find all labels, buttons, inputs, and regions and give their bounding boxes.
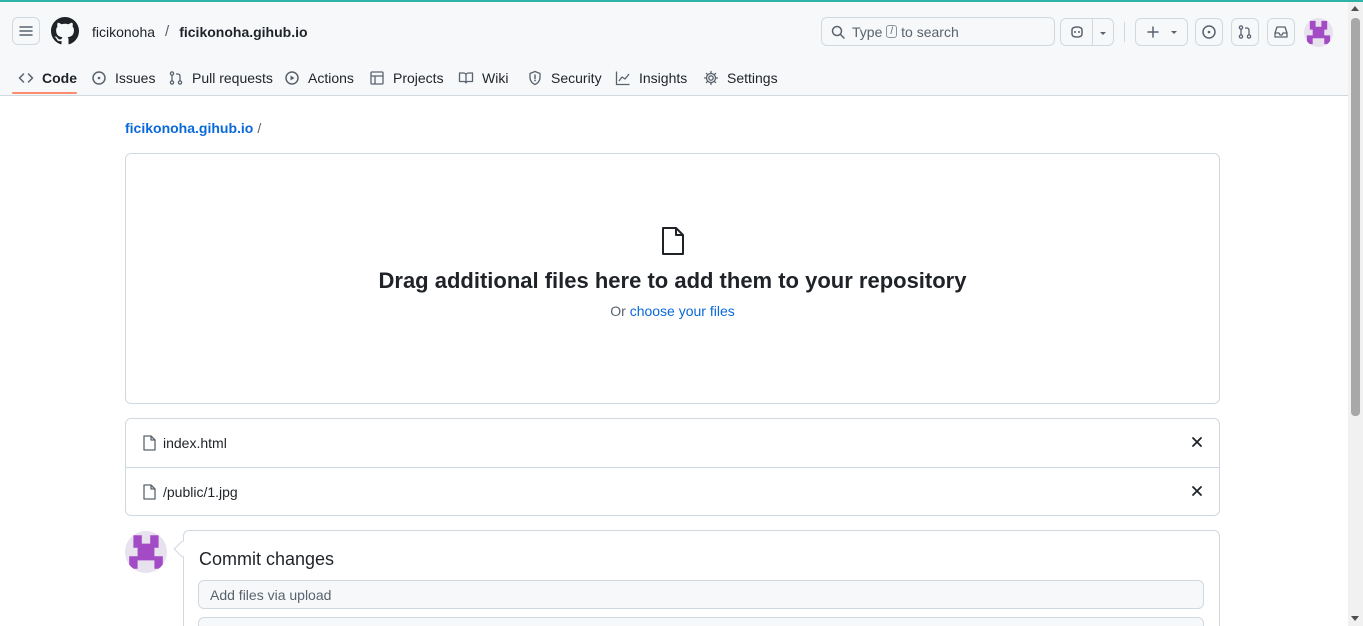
split-divider <box>1092 19 1093 45</box>
tab-label: Actions <box>308 69 354 86</box>
repo-header: ficikonoha / ficikonoha.gihub.io Type / … <box>0 2 1348 96</box>
tab-label: Code <box>42 69 77 86</box>
breadcrumb: ficikonoha / ficikonoha.gihub.io <box>92 23 308 40</box>
gear-icon <box>703 70 719 85</box>
inbox-icon <box>1274 26 1288 38</box>
file-icon <box>143 435 156 451</box>
path-repo-link[interactable]: ficikonoha.gihub.io <box>125 120 253 136</box>
tab-label: Pull requests <box>192 69 273 86</box>
file-icon <box>143 484 156 500</box>
issues-button[interactable] <box>1195 18 1223 46</box>
inbox-button[interactable] <box>1267 18 1295 46</box>
issue-icon <box>92 70 106 85</box>
create-new-button[interactable] <box>1135 18 1188 46</box>
issues-icon <box>1202 25 1216 39</box>
plus-icon <box>1146 26 1159 38</box>
tab-pull-requests[interactable]: Pull requests <box>168 58 273 97</box>
identicon-avatar <box>1306 20 1331 45</box>
upload-file-list: index.html /public/1.jpg <box>125 418 1220 516</box>
play-icon <box>285 70 299 85</box>
tab-label: Insights <box>639 69 688 86</box>
scroll-down-arrow[interactable] <box>1351 616 1359 621</box>
repo-tabs: Code Issues Pull requests Actions Projec… <box>0 58 900 98</box>
close-icon[interactable] <box>1191 485 1203 497</box>
file-name: /public/1.jpg <box>163 483 238 500</box>
code-icon <box>18 72 34 83</box>
tab-label: Issues <box>115 69 156 86</box>
commit-summary-input[interactable] <box>198 580 1204 609</box>
active-tab-indicator <box>12 92 77 94</box>
menu-button[interactable] <box>12 17 40 45</box>
shield-icon <box>529 70 541 85</box>
hamburger-icon <box>19 26 33 36</box>
search-icon <box>831 25 845 39</box>
tab-issues[interactable]: Issues <box>91 58 155 97</box>
tab-label: Projects <box>393 69 444 86</box>
copilot-button[interactable] <box>1060 18 1114 46</box>
page-scrollbar[interactable] <box>1348 2 1363 626</box>
chevron-down-icon[interactable] <box>1098 28 1108 38</box>
dropzone-title: Drag additional files here to add them t… <box>378 268 967 293</box>
identicon-avatar <box>129 535 163 569</box>
file-icon <box>662 227 684 255</box>
github-logo-icon[interactable] <box>51 17 79 45</box>
pull-request-icon <box>169 70 183 85</box>
tab-security[interactable]: Security <box>527 58 602 97</box>
chevron-down-icon <box>1170 31 1177 34</box>
tab-settings[interactable]: Settings <box>703 58 778 97</box>
graph-icon <box>615 71 630 85</box>
dropzone-subtitle: Or choose your files <box>126 303 1219 319</box>
upload-path: ficikonoha.gihub.io / <box>125 120 261 136</box>
repo-link[interactable]: ficikonoha.gihub.io <box>179 24 307 40</box>
book-icon <box>458 71 474 84</box>
avatar <box>125 531 167 573</box>
scroll-thumb[interactable] <box>1351 18 1360 416</box>
search-suffix: to search <box>901 23 959 40</box>
tab-actions[interactable]: Actions <box>284 58 354 97</box>
list-item: /public/1.jpg <box>126 467 1219 515</box>
scroll-up-arrow[interactable] <box>1351 6 1359 11</box>
commit-title: Commit changes <box>199 549 335 569</box>
list-item: index.html <box>126 419 1219 467</box>
commit-changes-panel: Commit changes <box>183 530 1220 626</box>
search-prefix: Type <box>852 23 883 40</box>
tab-projects[interactable]: Projects <box>369 58 444 97</box>
tab-label: Wiki <box>482 69 509 86</box>
path-slash: / <box>257 120 262 136</box>
user-avatar[interactable] <box>1304 18 1333 47</box>
tab-insights[interactable]: Insights <box>615 58 687 97</box>
dropzone-sub-prefix: Or <box>610 303 626 319</box>
breadcrumb-separator: / <box>165 23 170 40</box>
file-dropzone[interactable]: Drag additional files here to add them t… <box>125 153 1220 404</box>
choose-files-link[interactable]: choose your files <box>630 303 735 319</box>
pull-requests-button[interactable] <box>1231 18 1259 46</box>
pull-requests-icon <box>1238 25 1252 39</box>
header-divider <box>1124 22 1125 42</box>
tab-label: Security <box>551 69 602 86</box>
file-name: index.html <box>163 435 227 451</box>
search-shortcut-key: / <box>886 25 898 38</box>
tab-wiki[interactable]: Wiki <box>458 58 508 97</box>
commit-description-input[interactable] <box>198 617 1204 626</box>
owner-link[interactable]: ficikonoha <box>92 24 155 40</box>
copilot-icon <box>1071 26 1083 38</box>
table-icon <box>370 70 384 85</box>
tab-label: Settings <box>727 69 778 86</box>
search-input[interactable]: Type / to search <box>821 17 1055 46</box>
close-icon[interactable] <box>1191 436 1203 448</box>
